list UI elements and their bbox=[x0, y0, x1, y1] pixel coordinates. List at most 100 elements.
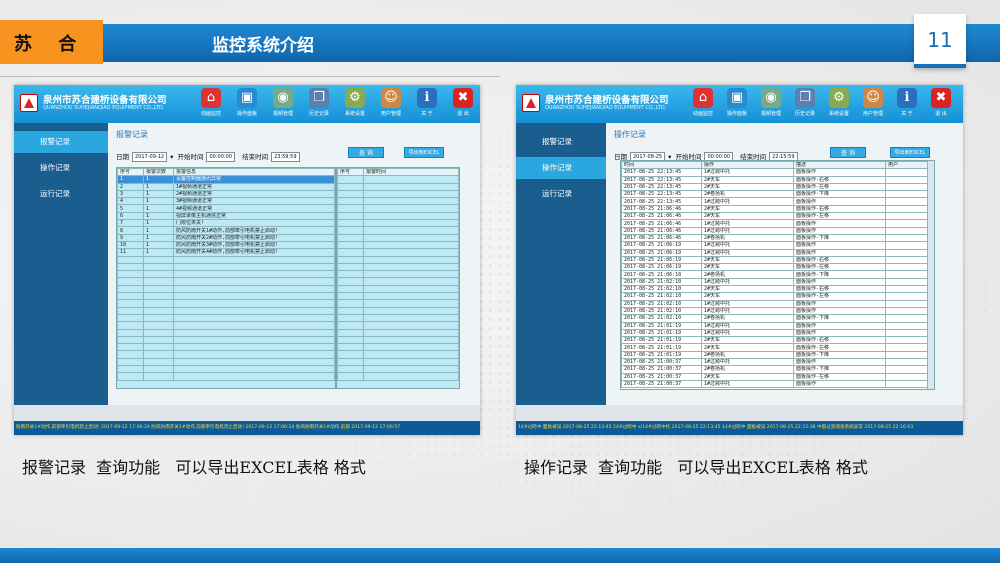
table-row[interactable]: 8 1 防风防雨开关1#动作,前部牵引电机禁止启动! bbox=[117, 226, 335, 235]
table-row[interactable]: 2017-08-25 21:02:10 2#天车 面板操作-左移 bbox=[621, 292, 934, 301]
table-row[interactable]: 2017-08-25 22:13:45 1#过跨中托 面板操作 bbox=[621, 168, 934, 177]
table-row[interactable] bbox=[337, 284, 459, 294]
table-row[interactable]: 2017-08-25 21:06:46 1#过跨中托 面板操作 bbox=[621, 226, 934, 235]
table-row[interactable]: 6 1 视屏录像主机通信正常 bbox=[117, 211, 335, 221]
table-row[interactable] bbox=[337, 189, 459, 199]
table-row[interactable] bbox=[337, 299, 459, 308]
table-row[interactable] bbox=[117, 255, 335, 264]
table-row[interactable]: 2017-08-25 21:06:46 1#过跨中托 面板操作 bbox=[621, 219, 934, 228]
table-row[interactable]: 4 1 3#视频通道正常 bbox=[117, 197, 335, 206]
table-row[interactable] bbox=[117, 306, 335, 315]
table-row[interactable]: 2017-08-25 21:06:19 1#过跨中托 面板操作 bbox=[621, 241, 934, 250]
start-time-field[interactable]: 00:00:00 bbox=[206, 152, 235, 162]
table-row[interactable]: 2017-08-25 21:02:10 1#过跨中托 面板操作 bbox=[621, 299, 934, 308]
table-row[interactable] bbox=[117, 299, 335, 308]
toolbar-button[interactable]: ⌂ 动画监控 bbox=[686, 88, 720, 122]
table-row[interactable] bbox=[337, 335, 459, 345]
sidebar-item-ops[interactable]: 操作记录 bbox=[14, 157, 108, 179]
table-row[interactable] bbox=[337, 328, 459, 337]
table-row[interactable] bbox=[117, 343, 335, 352]
toolbar-button[interactable]: ◉ 视频管理 bbox=[266, 88, 300, 122]
end-time-field[interactable]: 23:59:59 bbox=[271, 152, 300, 162]
table-row[interactable] bbox=[117, 292, 335, 301]
table-row[interactable]: 2017-08-25 21:00:37 2#卷扬机 面板操作-下降 bbox=[621, 365, 934, 374]
table-row[interactable]: 2017-08-25 21:01:19 1#过跨中托 面板操作 bbox=[621, 328, 934, 338]
table-row[interactable] bbox=[337, 364, 459, 374]
export-button[interactable]: 导出到EXCEL bbox=[404, 147, 444, 158]
table-row[interactable] bbox=[117, 372, 335, 381]
table-row[interactable]: 2017-08-25 21:02:10 2#天车 面板操作-右移 bbox=[621, 285, 934, 294]
table-row[interactable] bbox=[337, 277, 459, 286]
table-row[interactable] bbox=[117, 321, 335, 330]
query-button[interactable]: 查 询 bbox=[830, 147, 866, 158]
sidebar-item-ops[interactable]: 操作记录 bbox=[516, 157, 606, 179]
table-row[interactable]: 2017-08-25 21:02:10 1#过跨中托 面板操作 bbox=[621, 306, 934, 316]
toolbar-button[interactable]: ⚙ 系统设置 bbox=[822, 88, 856, 122]
dropdown-icon[interactable]: ▾ bbox=[170, 153, 173, 161]
table-row[interactable]: 9 1 防风防雨开关2#动作,前部牵引电机禁止启动! bbox=[117, 233, 335, 242]
table-row[interactable] bbox=[117, 364, 335, 374]
table-row[interactable] bbox=[337, 219, 459, 228]
toolbar-button[interactable]: ⌂ 动画监控 bbox=[194, 88, 228, 122]
table-row[interactable] bbox=[337, 357, 459, 367]
toolbar-button[interactable]: ☺ 用户管理 bbox=[374, 88, 408, 122]
toolbar-button[interactable]: ▣ 操作面板 bbox=[230, 88, 264, 122]
toolbar-button[interactable]: ▣ 操作面板 bbox=[720, 88, 754, 122]
table-row[interactable] bbox=[117, 270, 335, 279]
table-row[interactable] bbox=[117, 328, 335, 337]
table-row[interactable]: 2017-08-25 21:00:37 1#过跨中托 面板操作 bbox=[621, 357, 934, 367]
table-row[interactable] bbox=[337, 248, 459, 257]
date-picker[interactable]: 2017-09-12 bbox=[132, 152, 168, 162]
table-row[interactable] bbox=[117, 284, 335, 294]
table-row[interactable]: 5 1 4#视频通道正常 bbox=[117, 204, 335, 213]
table-row[interactable]: 7 1 门限位未关! bbox=[117, 219, 335, 228]
table-row[interactable]: 2017-08-25 21:06:18 2#卷扬机 面板操作-下降 bbox=[621, 270, 934, 279]
table-row[interactable] bbox=[337, 204, 459, 213]
table-row[interactable]: 3 1 2#视频通道正常 bbox=[117, 189, 335, 199]
table-row[interactable]: 2017-08-25 21:01:19 2#卷扬机 面板操作-下降 bbox=[621, 350, 934, 360]
table-row[interactable] bbox=[337, 182, 459, 191]
table-row[interactable]: 2017-08-25 21:02:10 2#卷扬机 面板操作-下降 bbox=[621, 314, 934, 323]
table-row[interactable]: 2017-08-25 21:06:46 2#天车 面板操作-左移 bbox=[621, 212, 934, 221]
table-row[interactable]: 2017-08-25 21:00:37 1#过跨中托 面板操作 bbox=[621, 379, 934, 389]
table-row[interactable] bbox=[337, 292, 459, 301]
table-row[interactable] bbox=[337, 211, 459, 221]
toolbar-button[interactable]: ✖ 退 出 bbox=[446, 88, 480, 122]
table-row[interactable] bbox=[337, 175, 459, 184]
sidebar-item-run[interactable]: 运行记录 bbox=[14, 183, 108, 205]
export-button[interactable]: 导出到EXCEL bbox=[890, 147, 930, 158]
table-row[interactable]: 2 1 1#视频通道正常 bbox=[117, 182, 335, 191]
table-row[interactable] bbox=[117, 262, 335, 272]
table-row[interactable] bbox=[337, 262, 459, 272]
toolbar-button[interactable]: ❐ 历史记录 bbox=[302, 88, 336, 122]
table-row[interactable]: 2017-08-25 21:01:19 2#天车 面板操作-右移 bbox=[621, 336, 934, 345]
table-row[interactable]: 2017-08-25 22:13:45 2#卷扬机 面板操作-下降 bbox=[621, 190, 934, 199]
table-row[interactable]: 2017-08-25 21:06:19 2#天车 面板操作-左移 bbox=[621, 263, 934, 272]
table-row[interactable] bbox=[337, 306, 459, 315]
table-row[interactable] bbox=[337, 226, 459, 235]
table-row[interactable] bbox=[337, 321, 459, 330]
table-row[interactable] bbox=[117, 350, 335, 359]
table-scrollbar[interactable] bbox=[927, 161, 934, 389]
table-row[interactable]: 2017-08-25 22:13:45 2#天车 面板操作-左移 bbox=[621, 182, 934, 192]
table-row[interactable] bbox=[337, 350, 459, 359]
table-row[interactable] bbox=[337, 240, 459, 250]
table-row[interactable] bbox=[337, 255, 459, 264]
table-row[interactable]: 2017-08-25 21:01:19 1#过跨中托 面板操作 bbox=[621, 321, 934, 330]
table-row[interactable]: 10 1 防风防雨开关3#动作,前部牵引电机禁止启动! bbox=[117, 240, 335, 250]
table-row[interactable] bbox=[337, 343, 459, 352]
table-row[interactable]: 2017-08-25 22:13:45 1#过跨中托 面板操作 bbox=[621, 197, 934, 206]
toolbar-button[interactable]: ☺ 用户管理 bbox=[856, 88, 890, 122]
sidebar-item-alarm[interactable]: 报警记录 bbox=[14, 131, 108, 153]
table-row[interactable] bbox=[117, 277, 335, 286]
toolbar-button[interactable]: ✖ 退 出 bbox=[924, 88, 958, 122]
table-row[interactable]: 2017-08-25 21:01:19 2#天车 面板操作-左移 bbox=[621, 343, 934, 352]
table-row[interactable]: 2017-08-25 21:02:10 1#过跨中托 面板操作 bbox=[621, 277, 934, 287]
table-row[interactable]: 2017-08-25 21:06:46 2#天车 面板操作-右移 bbox=[621, 204, 934, 214]
table-row[interactable] bbox=[337, 313, 459, 323]
query-button[interactable]: 查 询 bbox=[348, 147, 384, 158]
table-row[interactable] bbox=[337, 270, 459, 279]
table-row[interactable] bbox=[337, 233, 459, 242]
table-row[interactable]: 2017-08-25 21:06:19 1#过跨中托 面板操作 bbox=[621, 248, 934, 257]
toolbar-button[interactable]: ❐ 历史记录 bbox=[788, 88, 822, 122]
